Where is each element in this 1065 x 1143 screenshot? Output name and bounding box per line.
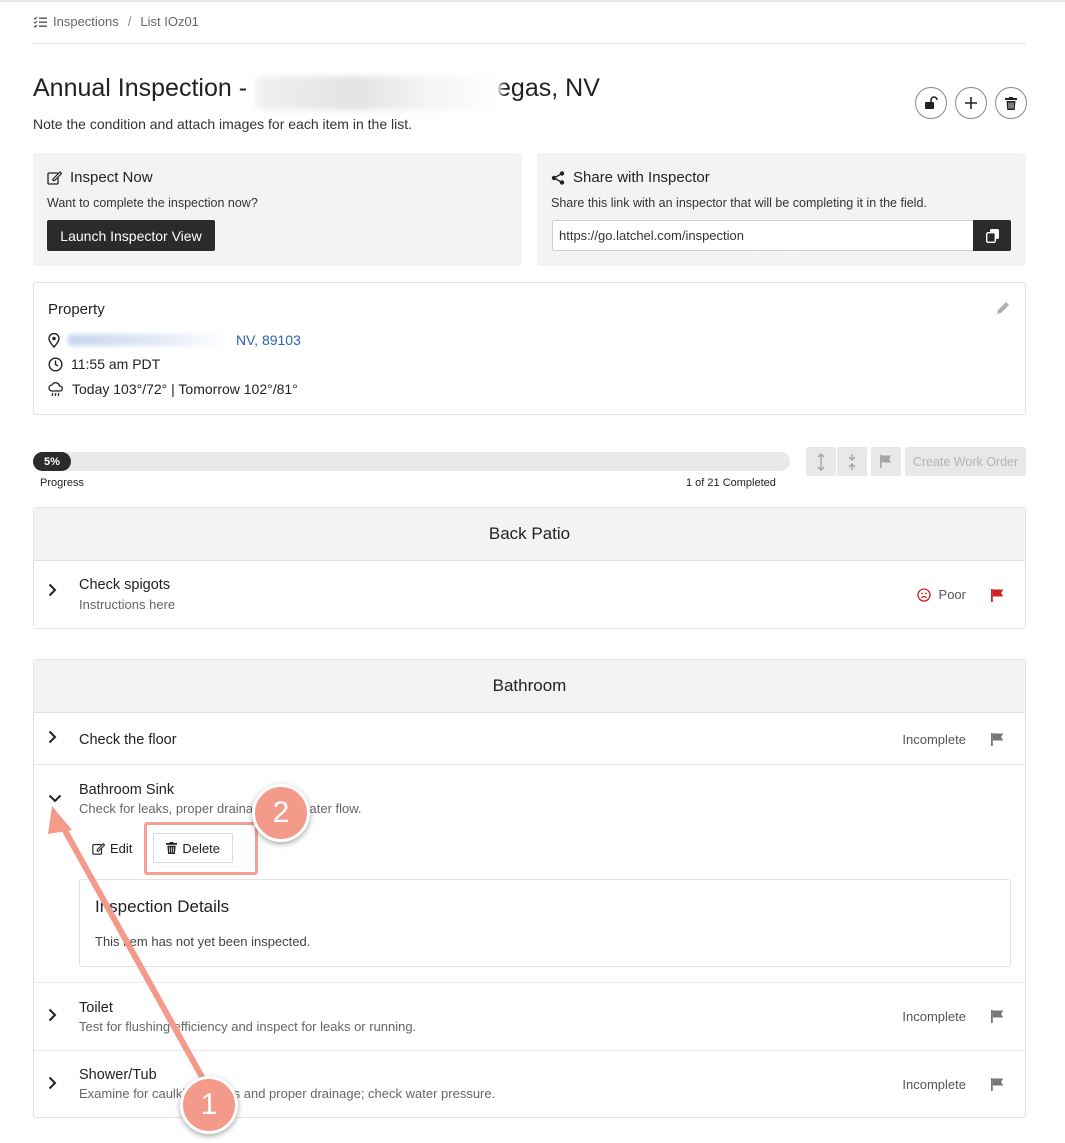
step-badge-2: 2	[252, 784, 310, 842]
step-badge-1: 1	[180, 1076, 238, 1134]
annotation-arrow	[48, 806, 215, 1098]
